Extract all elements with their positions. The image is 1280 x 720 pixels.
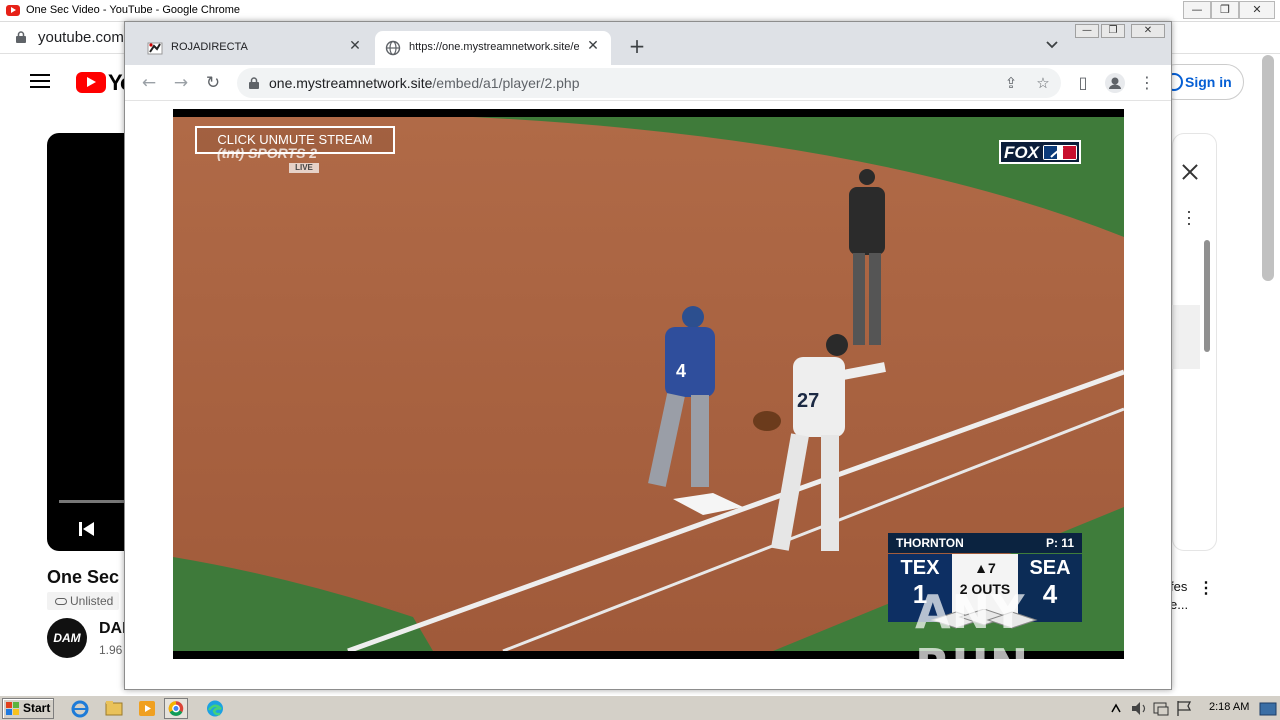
- anyrun-watermark: ANY RUN: [915, 585, 1030, 693]
- channel-name[interactable]: DAI: [99, 620, 127, 638]
- page-scrollbar[interactable]: [1262, 55, 1274, 281]
- unlisted-label: Unlisted: [70, 594, 114, 608]
- home-team-abbr: SEA: [1029, 557, 1071, 579]
- rojadirecta-favicon-icon: [147, 42, 163, 55]
- windows-logo-icon: [6, 702, 19, 715]
- link-icon: [55, 598, 67, 605]
- unlisted-badge: Unlisted: [47, 592, 120, 610]
- more-options-icon[interactable]: · · ·: [1186, 202, 1192, 232]
- fox-mlb-logo: FOX: [999, 140, 1081, 164]
- globe-icon: [385, 40, 401, 56]
- scorebug-pitcher-bar: THORNTON P: 11: [888, 533, 1082, 553]
- bookmark-star-icon[interactable]: ☆: [1034, 74, 1052, 92]
- fox-logo-text: FOX: [1004, 143, 1039, 162]
- address-bar[interactable]: one.mystreamnetwork.site/embed/a1/player…: [237, 68, 1061, 98]
- recommendation-more-icon[interactable]: ⋮: [1198, 578, 1214, 598]
- back-arrow-icon[interactable]: ←: [139, 73, 159, 93]
- reload-icon[interactable]: ↻: [203, 73, 223, 93]
- new-tab-icon[interactable]: +: [627, 36, 647, 56]
- network-logo: (tnt) SPORTS 2: [217, 145, 318, 161]
- side-panel-scrollbar[interactable]: [1204, 240, 1210, 352]
- video-title: One Sec: [47, 567, 120, 587]
- url-host: one.mystreamnetwork.site: [269, 75, 433, 91]
- subscriber-count: 1.96: [99, 643, 123, 657]
- system-tray: [1111, 701, 1277, 716]
- restore-button[interactable]: ❐: [1101, 24, 1125, 38]
- hamburger-menu-icon[interactable]: [30, 74, 50, 88]
- internet-explorer-icon[interactable]: [68, 698, 92, 719]
- lock-icon: [16, 31, 26, 43]
- recommendation-title-text: fes e...: [1170, 579, 1189, 612]
- recommendation-title[interactable]: fes e...: [1170, 578, 1188, 614]
- youtube-logo-icon[interactable]: [76, 72, 106, 93]
- youtube-favicon-icon: [6, 5, 20, 16]
- pitcher-name: THORNTON: [896, 536, 964, 550]
- background-title-bar: One Sec Video - YouTube - Google Chrome …: [0, 0, 1280, 22]
- side-panel-icon[interactable]: ▯: [1073, 73, 1093, 93]
- tab-strip: ROJADIRECTA ✕ https://one.mystreamnetwor…: [125, 22, 1171, 65]
- live-badge: LIVE: [289, 163, 319, 173]
- stream-video-player[interactable]: 4 27 CLICK UNMUTE STREAM (tnt) SPORTS 2 …: [173, 109, 1124, 659]
- media-player-icon[interactable]: [135, 698, 159, 719]
- restore-button[interactable]: ❐: [1211, 1, 1239, 19]
- inning: ▲7: [974, 560, 996, 576]
- previous-video-icon[interactable]: [77, 520, 97, 538]
- close-panel-icon[interactable]: [1180, 162, 1200, 182]
- forward-arrow-icon[interactable]: →: [171, 73, 191, 93]
- background-window-title: One Sec Video - YouTube - Google Chrome: [26, 4, 241, 16]
- background-url[interactable]: youtube.com: [38, 29, 124, 46]
- tab-title: ROJADIRECTA: [171, 41, 248, 53]
- fielder-number: 27: [797, 390, 819, 412]
- edge-icon[interactable]: [203, 698, 227, 719]
- tab-stream[interactable]: https://one.mystreamnetwork.site/e ✕: [375, 31, 611, 65]
- side-panel-thumbnail[interactable]: [1172, 305, 1200, 369]
- browser-toolbar: ← → ↻ one.mystreamnetwork.site/embed/a1/…: [125, 65, 1171, 101]
- taskbar: Start 2:18 AM: [0, 695, 1280, 720]
- url-text[interactable]: one.mystreamnetwork.site/embed/a1/player…: [269, 75, 580, 91]
- tab-rojadirecta[interactable]: ROJADIRECTA ✕: [137, 31, 373, 65]
- away-team-abbr: TEX: [900, 557, 940, 579]
- minimize-button[interactable]: —: [1075, 24, 1099, 38]
- chrome-icon[interactable]: [164, 698, 188, 719]
- close-tab-icon[interactable]: ✕: [347, 38, 363, 54]
- close-button[interactable]: ✕: [1239, 1, 1275, 19]
- lock-icon[interactable]: [249, 77, 259, 89]
- close-button[interactable]: ✕: [1131, 24, 1165, 38]
- clock: 2:18 AM: [1209, 701, 1250, 713]
- start-label: Start: [23, 701, 51, 715]
- kebab-menu-icon[interactable]: ⋮: [1137, 73, 1157, 93]
- file-explorer-icon[interactable]: [102, 698, 126, 719]
- sign-in-label: Sign in: [1185, 74, 1232, 90]
- pitch-count: P: 11: [1045, 536, 1074, 550]
- url-path: /embed/a1/player/2.php: [432, 75, 580, 91]
- share-icon[interactable]: ⇪: [1002, 74, 1020, 92]
- mlb-logo-icon: [1043, 145, 1077, 160]
- tab-title: https://one.mystreamnetwork.site/e: [409, 41, 579, 53]
- profile-icon[interactable]: [1105, 73, 1125, 93]
- runner-number: 4: [676, 361, 686, 381]
- start-button[interactable]: Start: [2, 698, 54, 719]
- chevron-down-icon[interactable]: [1045, 38, 1059, 52]
- minimize-button[interactable]: —: [1183, 1, 1211, 19]
- close-tab-icon[interactable]: ✕: [585, 38, 601, 54]
- channel-avatar[interactable]: DAM: [47, 618, 87, 658]
